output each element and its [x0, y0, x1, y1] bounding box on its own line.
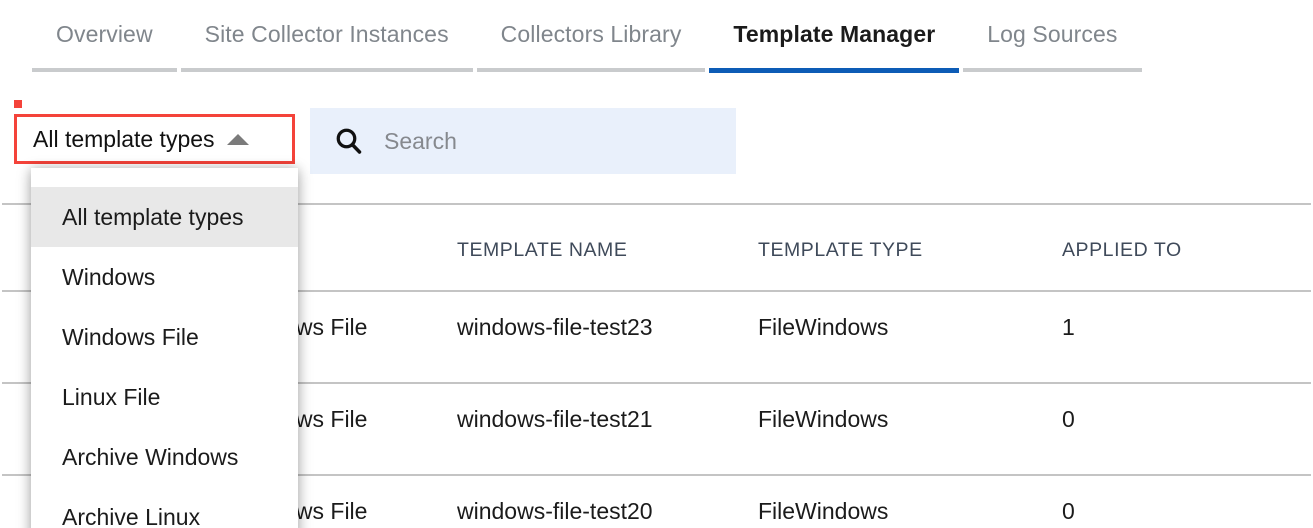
tab-site-collector-instances[interactable]: Site Collector Instances [179, 0, 475, 75]
tab-collectors-library[interactable]: Collectors Library [475, 0, 708, 75]
tab-label: Log Sources [987, 21, 1118, 47]
template-type-dropdown-menu: All template types Windows Windows File Lin… [31, 168, 298, 528]
dropdown-item-label: Archive Windows [62, 443, 239, 470]
dropdown-item-windows[interactable]: Windows [31, 247, 298, 307]
dropdown-item-all-template-types[interactable]: All template types [31, 187, 298, 247]
tab-label: Template Manager [733, 21, 936, 47]
cell-template-name: windows-file-test23 [457, 314, 653, 340]
dropdown-item-label: Windows File [62, 323, 199, 350]
caret-up-icon [226, 133, 249, 145]
template-type-filter-label: All template types [33, 125, 215, 152]
dropdown-top-spacer [31, 168, 298, 187]
tab-template-manager[interactable]: Template Manager [707, 0, 961, 75]
dropdown-item-windows-file[interactable]: Windows File [31, 307, 298, 367]
tab-underline [963, 68, 1142, 72]
template-manager-page: Overview Site Collector Instances Collecto… [0, 0, 1313, 528]
tab-label: Overview [56, 21, 153, 47]
column-header-template-type[interactable]: TEMPLATE TYPE [758, 239, 923, 262]
tab-list: Overview Site Collector Instances Collecto… [30, 0, 1144, 75]
tab-underline [180, 68, 473, 72]
tab-underline [32, 68, 177, 72]
cell-applied-to: 0 [1062, 406, 1075, 432]
dropdown-item-archive-windows[interactable]: Archive Windows [31, 427, 298, 487]
tab-label: Site Collector Instances [204, 21, 449, 47]
dropdown-item-linux-file[interactable]: Linux File [31, 367, 298, 427]
search-placeholder: Search [384, 127, 457, 154]
cell-template-type: FileWindows [758, 314, 889, 340]
tab-underline [476, 68, 706, 72]
cell-template-type: FileWindows [758, 406, 889, 432]
main-tab-bar: Overview Site Collector Instances Collecto… [0, 0, 1313, 75]
cell-applied-to: 0 [1062, 498, 1075, 524]
search-icon [336, 128, 362, 154]
tab-label: Collectors Library [500, 21, 682, 47]
cell-applied-to: 1 [1062, 314, 1075, 340]
column-header-template-name[interactable]: TEMPLATE NAME [457, 239, 627, 262]
cell-template-type: FileWindows [758, 498, 889, 524]
dropdown-item-archive-linux[interactable]: Archive Linux [31, 487, 298, 528]
search-input[interactable]: Search [310, 108, 736, 174]
tab-log-sources[interactable]: Log Sources [961, 0, 1143, 75]
dropdown-item-label: Linux File [62, 383, 161, 410]
tab-underline [709, 68, 960, 73]
dropdown-item-label: Archive Linux [62, 503, 201, 528]
dropdown-item-label: Windows [62, 263, 156, 290]
cell-template-name: windows-file-test20 [457, 498, 653, 524]
tab-overview[interactable]: Overview [30, 0, 179, 75]
template-type-filter-dropdown-button[interactable]: All template types [14, 114, 295, 164]
cell-template-name: windows-file-test21 [457, 406, 653, 432]
dropdown-item-label: All template types [62, 203, 244, 230]
annotation-marker [14, 100, 22, 108]
column-header-applied-to[interactable]: APPLIED TO [1062, 239, 1182, 262]
